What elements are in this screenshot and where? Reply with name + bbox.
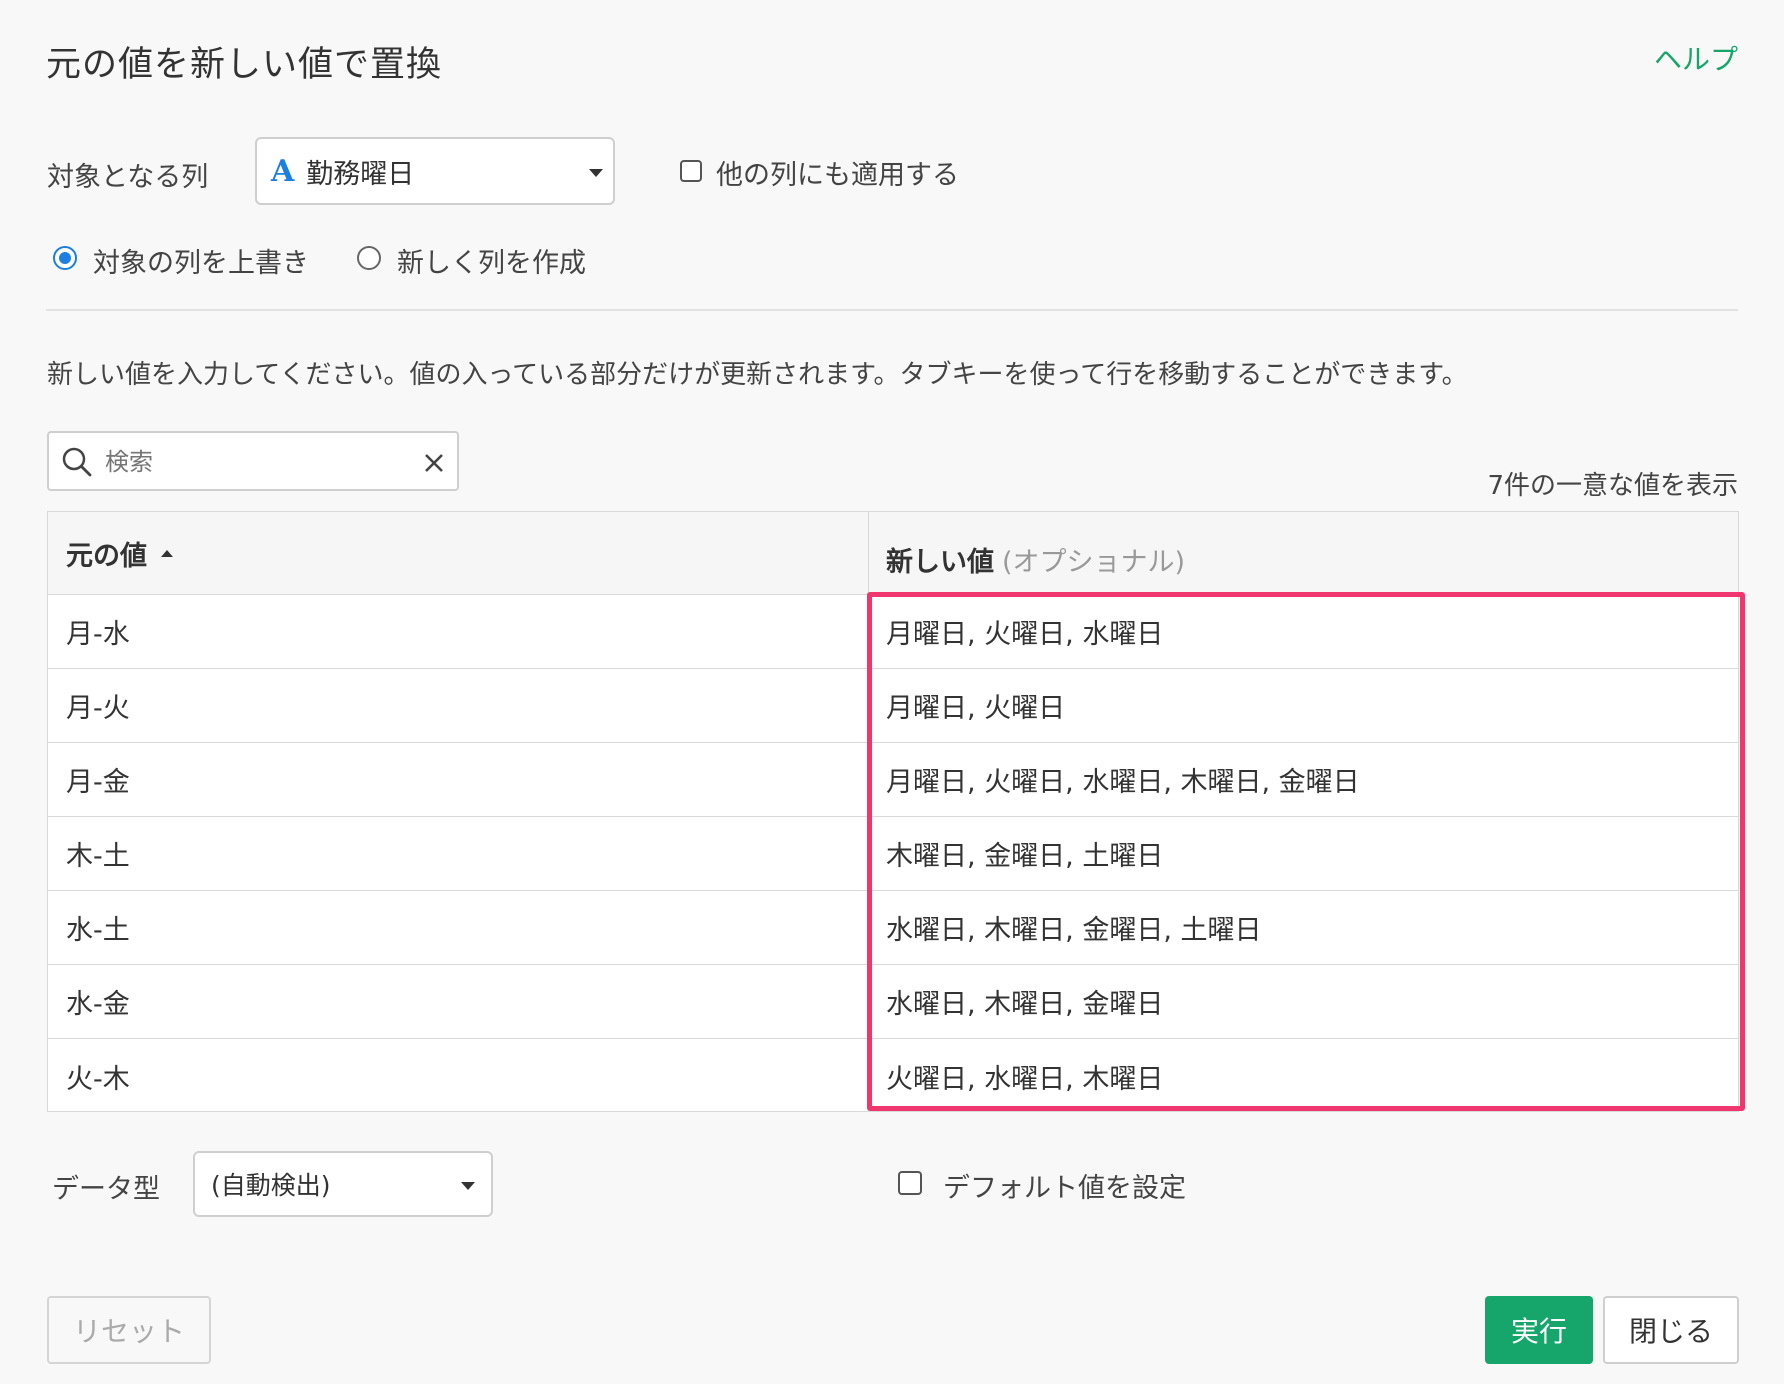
header-original-label: 元の値 bbox=[66, 540, 147, 572]
table-row: 月-水 月曜日, 火曜日, 水曜日 bbox=[48, 595, 1738, 669]
dialog-title: 元の値を新しい値で置換 bbox=[46, 45, 443, 85]
new-value-cell[interactable]: 木曜日, 金曜日, 土曜日 bbox=[886, 817, 1163, 890]
original-cell: 水-土 bbox=[66, 915, 130, 946]
new-value-cell[interactable]: 月曜日, 火曜日, 水曜日 bbox=[886, 595, 1163, 668]
original-cell: 月-火 bbox=[66, 693, 130, 724]
original-cell: 水-金 bbox=[66, 989, 130, 1020]
run-button[interactable]: 実行 bbox=[1485, 1296, 1593, 1364]
chevron-down-icon bbox=[589, 169, 603, 177]
new-column-label: 新しく列を作成 bbox=[397, 248, 586, 279]
table-row: 火-木 火曜日, 水曜日, 木曜日 bbox=[48, 1039, 1738, 1113]
divider bbox=[46, 309, 1738, 311]
new-value-cell[interactable]: 月曜日, 火曜日 bbox=[886, 669, 1065, 742]
original-cell: 木-土 bbox=[66, 841, 130, 872]
table-row: 木-土 木曜日, 金曜日, 土曜日 bbox=[48, 817, 1738, 891]
target-column-label: 対象となる列 bbox=[47, 162, 209, 193]
unique-count-text: 7件の一意な値を表示 bbox=[1487, 471, 1738, 501]
datatype-label: データ型 bbox=[52, 1174, 160, 1205]
new-value-cell[interactable]: 月曜日, 火曜日, 水曜日, 木曜日, 金曜日 bbox=[886, 743, 1360, 816]
header-new-label: 新しい値 bbox=[886, 546, 994, 578]
reset-button[interactable]: リセット bbox=[47, 1296, 211, 1364]
search-input[interactable] bbox=[103, 441, 407, 483]
datatype-select[interactable]: (自動検出) bbox=[193, 1151, 493, 1217]
original-cell: 月-金 bbox=[66, 767, 130, 798]
table-header: 元の値 新しい値 (オプショナル) bbox=[48, 512, 1738, 595]
header-new-value: 新しい値 (オプショナル) bbox=[886, 518, 1185, 600]
table-row: 月-金 月曜日, 火曜日, 水曜日, 木曜日, 金曜日 bbox=[48, 743, 1738, 817]
table-row: 水-土 水曜日, 木曜日, 金曜日, 土曜日 bbox=[48, 891, 1738, 965]
sort-asc-icon bbox=[161, 550, 173, 557]
clear-icon[interactable] bbox=[424, 453, 444, 473]
help-link[interactable]: ヘルプ bbox=[1654, 38, 1738, 78]
search-icon bbox=[62, 447, 92, 477]
header-original-value[interactable]: 元の値 bbox=[66, 512, 175, 594]
instruction-text: 新しい値を入力してください。値の入っている部分だけが更新されます。タブキーを使っ… bbox=[47, 360, 1468, 390]
original-cell: 月-水 bbox=[66, 619, 130, 650]
new-value-cell[interactable]: 火曜日, 水曜日, 木曜日 bbox=[886, 1039, 1163, 1113]
apply-other-checkbox[interactable] bbox=[680, 160, 702, 182]
replace-table: 元の値 新しい値 (オプショナル) 月-水 月曜日, 火曜日, 水曜日 月-火 … bbox=[47, 511, 1739, 1112]
default-value-checkbox[interactable] bbox=[898, 1171, 922, 1195]
search-box bbox=[47, 431, 459, 491]
table-row: 月-火 月曜日, 火曜日 bbox=[48, 669, 1738, 743]
datatype-value: (自動検出) bbox=[211, 1171, 331, 1200]
new-value-cell[interactable]: 水曜日, 木曜日, 金曜日 bbox=[886, 965, 1163, 1038]
new-value-cell[interactable]: 水曜日, 木曜日, 金曜日, 土曜日 bbox=[886, 891, 1262, 964]
string-type-icon: A bbox=[271, 153, 295, 189]
new-column-radio[interactable] bbox=[357, 246, 381, 270]
original-cell: 火-木 bbox=[66, 1063, 130, 1095]
table-row: 水-金 水曜日, 木曜日, 金曜日 bbox=[48, 965, 1738, 1039]
overwrite-label: 対象の列を上書き bbox=[93, 248, 309, 279]
close-button[interactable]: 閉じる bbox=[1603, 1296, 1739, 1364]
chevron-down-icon bbox=[461, 1182, 475, 1190]
target-column-select[interactable]: A 勤務曜日 bbox=[255, 137, 615, 205]
target-column-value: 勤務曜日 bbox=[306, 158, 415, 190]
header-new-hint: (オプショナル) bbox=[1002, 546, 1186, 578]
default-value-label: デフォルト値を設定 bbox=[943, 1173, 1186, 1204]
apply-other-label: 他の列にも適用する bbox=[716, 160, 959, 191]
overwrite-radio[interactable] bbox=[53, 246, 77, 270]
